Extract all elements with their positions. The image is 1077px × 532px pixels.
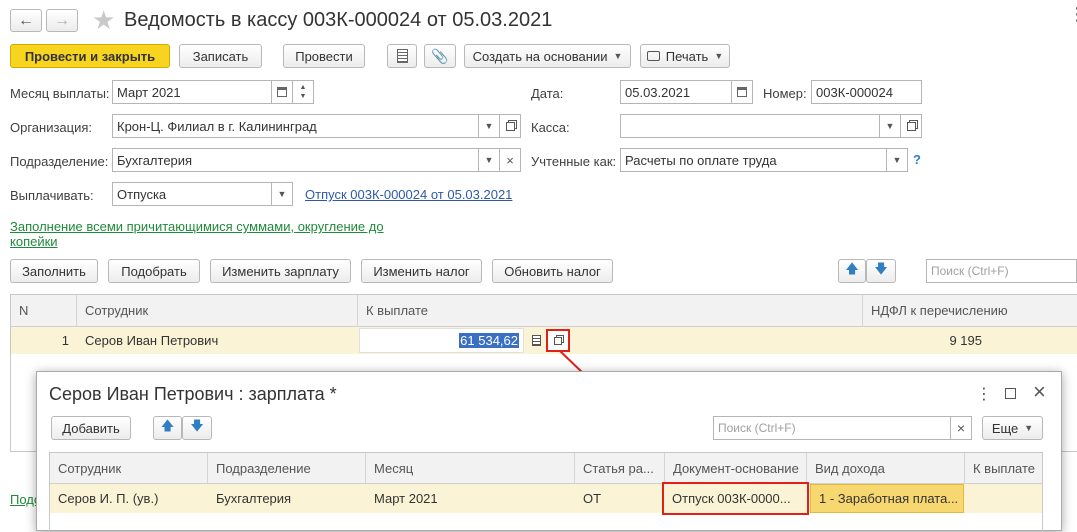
dlg-row-department: Бухгалтерия <box>216 491 292 506</box>
dlg-col-base-document[interactable]: Документ-основание <box>665 453 807 483</box>
dlg-row-income-type: 1 - Заработная плата... <box>810 484 964 513</box>
dlg-col-income-type[interactable]: Вид дохода <box>807 453 965 483</box>
dialog-more-icon[interactable]: ⋮ <box>976 384 992 404</box>
dlg-row-amount <box>965 484 1042 513</box>
dlg-row-month: Март 2021 <box>374 491 438 506</box>
dialog-add-button[interactable]: Добавить <box>51 416 131 440</box>
dialog-close-icon[interactable]: × <box>1033 380 1046 404</box>
dialog-search-clear-button[interactable]: × <box>950 416 972 440</box>
dlg-row-article: ОТ <box>583 491 602 506</box>
dlg-col-department[interactable]: Подразделение <box>208 453 366 483</box>
arrow-down-icon: 🡇 <box>190 418 204 433</box>
dialog-search-input[interactable]: Поиск (Ctrl+F) <box>713 416 951 440</box>
dialog-table: Сотрудник Подразделение Месяц Статья ра.… <box>49 452 1043 532</box>
dlg-row-base-document[interactable]: Отпуск 003К-0000... <box>662 482 809 515</box>
dlg-col-amount[interactable]: К выплате <box>965 453 1042 483</box>
dialog-more-button[interactable]: Еще ▼ <box>982 416 1043 440</box>
dlg-col-employee[interactable]: Сотрудник <box>50 453 208 483</box>
arrow-up-icon: 🡅 <box>160 418 175 433</box>
dlg-col-month[interactable]: Месяц <box>366 453 575 483</box>
dlg-row-employee: Серов И. П. (ув.) <box>58 491 159 506</box>
table-row[interactable]: Серов И. П. (ув.) Бухгалтерия Март 2021 … <box>50 482 1042 515</box>
dialog-move-up-button[interactable]: 🡅 <box>153 416 182 440</box>
dialog-title: Серов Иван Петрович : зарплата * <box>49 384 337 404</box>
salary-dialog: Серов Иван Петрович : зарплата * ⋮ × Доб… <box>36 371 1062 532</box>
dlg-col-article[interactable]: Статья ра... <box>575 453 665 483</box>
close-icon: × <box>956 420 966 436</box>
dialog-table-header: Сотрудник Подразделение Месяц Статья ра.… <box>50 453 1042 484</box>
dialog-move-down-button[interactable]: 🡇 <box>182 416 212 440</box>
dialog-maximize-icon[interactable] <box>1005 388 1016 399</box>
dropdown-arrow-icon: ▼ <box>1024 423 1034 433</box>
